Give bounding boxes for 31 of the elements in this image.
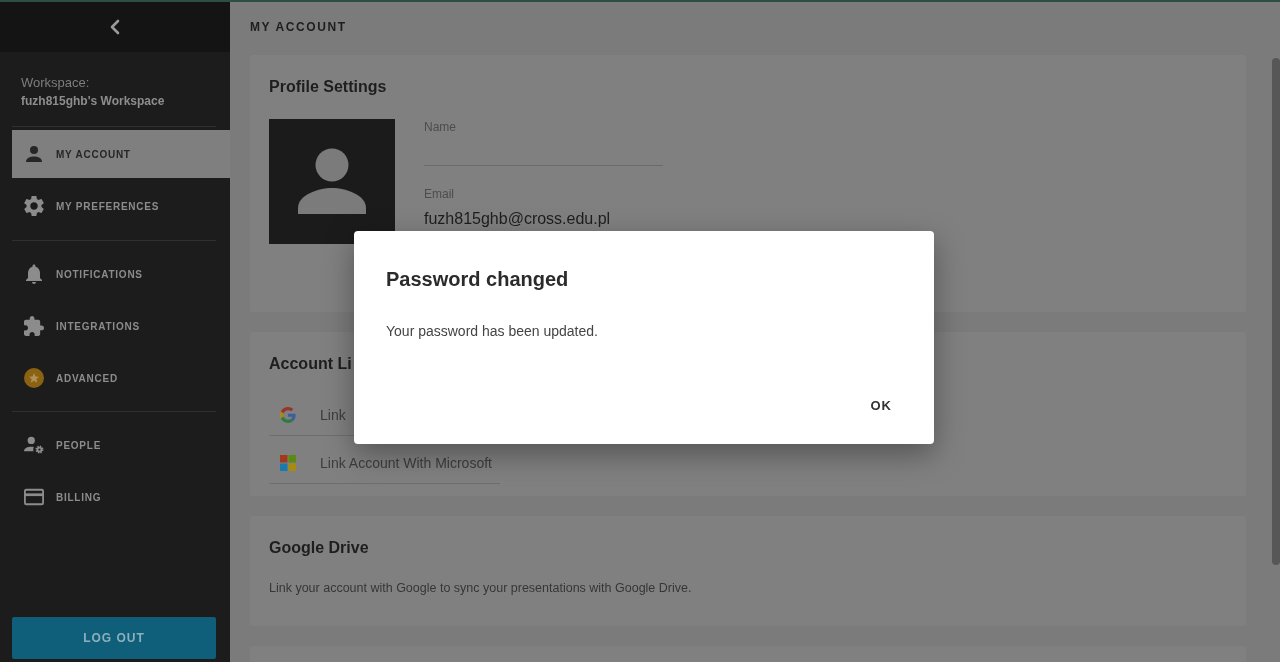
sidebar-item[interactable]: PEOPLE [12,421,230,469]
page-title: MY ACCOUNT [250,19,348,36]
card-description: Link your account with Google to sync your presentations with Google Drive. [269,580,693,597]
dialog-title: Password changed [386,267,570,292]
sidebar-item[interactable]: MY PREFERENCES [12,182,230,230]
puzzle-icon [24,316,44,336]
star-coin-icon [24,368,44,388]
credit-card-icon [24,487,44,507]
scrollbar-thumb[interactable] [1272,58,1280,565]
google-g-icon [280,407,296,423]
gear-icon [24,196,44,216]
person-icon [24,144,44,164]
card-title: Profile Settings [269,77,388,97]
sidebar-item[interactable]: BILLING [12,473,230,521]
dialog-message: Your password has been updated. [386,322,599,341]
workspace-name: fuzh815ghb's Workspace [21,93,166,110]
sidebar-item[interactable]: NOTIFICATIONS [12,250,230,298]
card-title: Google Drive [269,538,370,558]
sidebar-item[interactable]: INTEGRATIONS [12,302,230,350]
link-account-button[interactable]: Link [269,395,354,436]
chevron-left-icon[interactable] [109,19,121,35]
sidebar-item[interactable]: ADVANCED [12,354,230,402]
four-squares-icon [280,455,296,471]
email-text: fuzh815ghb@cross.edu.pl [424,209,612,229]
card-title: Account Li [269,354,353,374]
logout-button[interactable]: LOG OUT [12,617,216,659]
ok-button[interactable]: OK [854,388,908,424]
bell-icon [24,264,44,284]
person-gear-icon [24,435,44,455]
sidebar-item[interactable]: MY ACCOUNT [12,130,230,178]
workspace-label: Workspace: [21,74,91,92]
